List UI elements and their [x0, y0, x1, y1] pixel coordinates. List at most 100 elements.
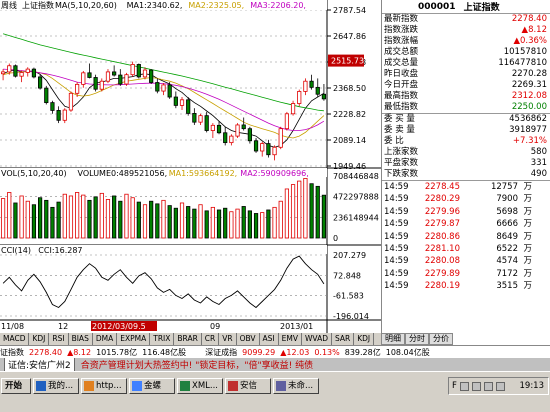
- taskbar-button[interactable]: XML...: [177, 378, 223, 394]
- detail-tab[interactable]: 分时: [405, 333, 429, 345]
- quote-value: 490: [530, 169, 547, 179]
- tick-volume: 7172: [496, 268, 518, 279]
- indicator-tab[interactable]: TRIX: [150, 333, 175, 345]
- chart-area[interactable]: 2787.542647.862508.182368.502228.822089.…: [0, 0, 381, 333]
- candle: [81, 72, 86, 85]
- start-label: 开始: [5, 381, 23, 391]
- taskbar-button[interactable]: 金螺: [129, 378, 175, 394]
- indicator-tab[interactable]: RSI: [49, 333, 69, 345]
- cci-legend: CCI:16.287: [38, 246, 82, 255]
- quote-row: 平盘家数 331: [382, 158, 550, 169]
- quote-value: 331: [530, 158, 547, 168]
- detail-tabs: 明细 分时 分价: [381, 333, 453, 345]
- tick-price: 2279.96: [424, 206, 460, 217]
- indicator-tab[interactable]: SAR: [332, 333, 355, 345]
- tick-row: 14:59 2280.08 4574 万: [382, 255, 550, 267]
- indicator-tab[interactable]: ASI: [260, 333, 279, 345]
- taskbar-button[interactable]: 安信: [225, 378, 271, 394]
- tick-row: 14:59 2280.19 3515 万: [382, 280, 550, 292]
- indicator-tab[interactable]: KDJ: [354, 333, 375, 345]
- tick-time: 14:59: [384, 281, 409, 292]
- indicator-tab[interactable]: WVAD: [302, 333, 332, 345]
- tick-price: 2281.10: [424, 243, 460, 254]
- quote-row: 指数涨跌 ▲8.12: [382, 25, 550, 36]
- ticker-label[interactable]: 证信:安信广州2: [4, 358, 75, 371]
- taskbar-button[interactable]: 未命...: [273, 378, 319, 394]
- quote-label: 下跌家数: [384, 169, 419, 179]
- tick-time: 14:59: [384, 194, 409, 205]
- candle: [19, 72, 24, 77]
- sz-pct: 0.13%: [314, 347, 340, 357]
- volume-bar: [68, 195, 74, 239]
- y-tick-label: 1949.46: [333, 162, 366, 171]
- tray-icon[interactable]: [495, 381, 505, 391]
- quote-row: 最新指数 2278.40: [382, 14, 550, 25]
- quote-label: 成交总量: [384, 58, 419, 68]
- indicator-tab[interactable]: BIAS: [69, 333, 93, 345]
- tick-row: 14:59 2279.89 7172 万: [382, 268, 550, 280]
- indicator-tab[interactable]: VR: [219, 333, 237, 345]
- indicator-tab[interactable]: EXPMA: [117, 333, 151, 345]
- tick-volume: 6666: [496, 219, 518, 230]
- taskbar-button-label: 我的...: [48, 381, 74, 391]
- candle: [266, 143, 271, 156]
- taskbar-button[interactable]: http...: [81, 378, 127, 394]
- candle: [7, 65, 12, 73]
- indicator-tab[interactable]: OBV: [237, 333, 260, 345]
- detail-tab[interactable]: 明细: [381, 333, 405, 345]
- candle: [198, 115, 203, 123]
- volume-bar: [173, 207, 178, 239]
- candle: [290, 103, 296, 115]
- x-tick-label: 2012/03/09.5: [92, 322, 146, 331]
- candle: [272, 146, 277, 156]
- quote-value: 580: [530, 147, 547, 157]
- tray-icon[interactable]: [471, 381, 481, 391]
- candle: [105, 71, 111, 82]
- sh-vol: 116.48亿股: [142, 347, 187, 357]
- indicator-tab[interactable]: CR: [202, 333, 220, 345]
- indicator-tab[interactable]: KDJ: [29, 333, 50, 345]
- quote-label: 今日开盘: [384, 80, 419, 90]
- taskbar-button[interactable]: 我的...: [33, 378, 79, 394]
- news-ticker[interactable]: 证信:安信广州2 合资产管理计划大热签约中! "锁定目标，"倍"享收益! 纯债: [0, 358, 550, 371]
- volume-bar: [309, 183, 314, 239]
- ime-indicator[interactable]: F: [452, 381, 457, 391]
- volume-bar: [321, 194, 327, 239]
- volume-bar: [290, 184, 296, 239]
- stock-code: 000001: [418, 1, 456, 12]
- volume-bar: [112, 195, 117, 239]
- sz-vol: 108.04亿股: [385, 347, 430, 357]
- quote-row: 委 卖 量 3918977: [382, 125, 550, 136]
- candle: [186, 99, 191, 114]
- quote-label: 平盘家数: [384, 158, 419, 168]
- indicator-tab[interactable]: EMV: [279, 333, 302, 345]
- volume-bar: [38, 197, 43, 239]
- tray-icon[interactable]: [483, 381, 493, 391]
- tick-time: 14:59: [384, 231, 409, 242]
- start-button[interactable]: 开始: [1, 378, 31, 394]
- sh-change: ▲8.12: [67, 347, 92, 357]
- quote-value: 10157810: [503, 47, 547, 57]
- tick-volume: 5698: [496, 206, 518, 217]
- volume-bar: [105, 199, 111, 239]
- quote-rows: 最新指数 2278.40 指数涨跌 ▲8.12 指数涨幅 ▲0.36% 成交总额 101578…: [382, 14, 550, 113]
- quote-label: 最低指数: [384, 102, 419, 112]
- quote-row: 下跌家数 490: [382, 169, 550, 180]
- quote-panel: 000001 上证指数 最新指数 2278.40 指数涨跌 ▲8.12 指数涨幅 ▲0.3…: [381, 0, 550, 345]
- quote-label: 昨日收盘: [384, 69, 419, 79]
- volume-bar: [278, 200, 283, 239]
- ma-legend: MA3:2206.20,: [250, 1, 306, 10]
- candle: [124, 74, 129, 85]
- tick-row: 14:59 2280.86 8649 万: [382, 231, 550, 243]
- volume-bar: [124, 193, 129, 239]
- indicator-tab[interactable]: DMA: [93, 333, 118, 345]
- detail-tab[interactable]: 分价: [429, 333, 453, 345]
- indicator-tabs: MACD KDJ RSI BIAS DMA EXPMA TRIX BRAR CR VR OBV ASI…: [0, 333, 381, 345]
- indicator-tab[interactable]: BRAR: [174, 333, 202, 345]
- quote-row: 委 买 量 4536862: [382, 114, 550, 125]
- tray-icon[interactable]: [459, 381, 469, 391]
- indicator-tab[interactable]: MACD: [0, 333, 30, 345]
- volume-bar: [253, 213, 259, 239]
- ticker-text[interactable]: 合资产管理计划大热签约中! "锁定目标，"倍"享收益! 纯债: [81, 358, 313, 371]
- candle: [161, 84, 166, 92]
